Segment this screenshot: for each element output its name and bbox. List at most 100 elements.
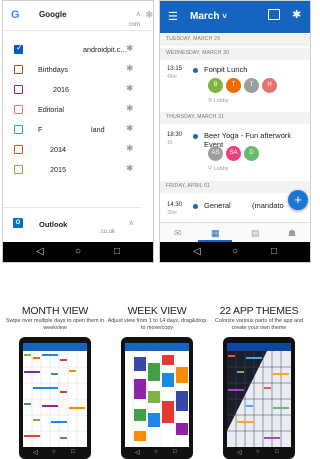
chevron-up-icon[interactable]: ˄ <box>129 219 134 228</box>
calendar-row[interactable]: 2015 ✱ <box>3 159 141 181</box>
day-header-label: WEDNESDAY, MARCH 30 <box>166 50 230 56</box>
account-email: .com <box>127 22 141 28</box>
mail-icon[interactable]: ✉ <box>174 228 182 238</box>
calendar-checkbox[interactable] <box>14 65 23 74</box>
preview-screen <box>23 343 87 447</box>
attendee-avatar[interactable]: B <box>208 78 223 93</box>
month-selector[interactable]: March ˅ <box>190 11 227 22</box>
calendar-checkbox[interactable] <box>14 125 23 134</box>
event-location: ⚲ Lobby <box>208 98 229 104</box>
contacts-icon[interactable]: ☗ <box>288 228 296 238</box>
back-icon: ◁ <box>237 450 242 456</box>
month-view-preview: ◁ ○ □ <box>19 337 91 459</box>
system-nav-bar: ◁ ○ □ <box>3 242 153 262</box>
system-nav-bar: ◁ ○ □ <box>19 448 91 459</box>
calendar-row[interactable]: Editorial ✱ <box>3 99 141 121</box>
back-icon[interactable]: ◁ <box>36 246 44 258</box>
gear-icon[interactable]: ✱ <box>126 43 134 54</box>
attendee-avatar[interactable]: T <box>244 78 259 93</box>
calendar-tab-icon[interactable]: ▦ <box>211 228 220 238</box>
preview-screen <box>227 343 291 447</box>
attendee-avatar[interactable]: AS <box>208 146 223 161</box>
account-name: Google <box>39 10 67 19</box>
week-grid-graphic <box>132 351 188 447</box>
event-location-label: Lobby <box>213 166 229 172</box>
attendee-avatar[interactable]: H <box>262 78 277 93</box>
event-color-dot <box>193 204 198 209</box>
event-title: General <box>204 201 231 210</box>
event-location: ⚲ Lobby <box>208 166 229 172</box>
add-event-button[interactable]: + <box>288 190 308 210</box>
home-icon: ○ <box>256 449 260 455</box>
day-header-label: TUESDAY, MARCH 29 <box>166 36 221 42</box>
preview-app-bar <box>227 343 291 351</box>
day-header-label: THURSDAY, MARCH 31 <box>166 114 225 120</box>
calendar-checkbox[interactable] <box>14 85 23 94</box>
calendar-view-icon[interactable] <box>268 9 280 20</box>
attendee-avatar[interactable]: SA <box>226 146 241 161</box>
calendar-checkbox[interactable] <box>14 105 23 114</box>
calendar-checkbox[interactable] <box>14 165 23 174</box>
agenda-screen: ☰ March ˅ ✱ TUESDAY, MARCH 29 WEDNESDAY,… <box>159 0 311 263</box>
calendar-row[interactable]: androidpit.c… ✱ <box>3 39 141 61</box>
calendar-name: 2015 <box>50 165 66 174</box>
event-duration: 30m <box>167 210 177 216</box>
home-icon[interactable]: ○ <box>75 246 81 258</box>
account-name[interactable]: Outlook <box>39 220 67 229</box>
recents-icon: □ <box>71 449 75 455</box>
gear-icon[interactable]: ✱ <box>126 103 134 114</box>
gear-icon[interactable]: ✱ <box>126 123 134 134</box>
day-header: WEDNESDAY, MARCH 30 <box>160 48 310 60</box>
home-icon[interactable]: ○ <box>232 246 238 258</box>
gear-icon[interactable]: ✱ <box>126 63 134 74</box>
event-title: Beer Yoga - Fun afterwork Event <box>204 131 292 149</box>
outlook-logo-icon: O <box>13 218 23 228</box>
week-view-preview: ◁ ○ □ <box>121 337 193 459</box>
calendar-row[interactable]: 2014 ✱ <box>3 139 141 161</box>
divider <box>3 207 141 208</box>
attendee-avatar[interactable]: T <box>226 78 241 93</box>
gear-icon[interactable]: ✱ <box>145 10 153 21</box>
event-time: 14:30 <box>167 202 183 208</box>
recents-icon: □ <box>173 449 177 455</box>
feature-description: Swipe over multiple days to open them in… <box>5 318 105 331</box>
preview-app-bar <box>125 343 189 351</box>
themes-preview: ◁ ○ □ <box>223 337 295 459</box>
event-duration: 1h <box>167 140 173 146</box>
recents-icon[interactable]: □ <box>271 246 277 258</box>
calendar-checkbox[interactable] <box>14 145 23 154</box>
home-icon: ○ <box>52 449 56 455</box>
back-icon[interactable]: ◁ <box>193 246 201 258</box>
calendar-row[interactable]: 2016 ✱ <box>3 79 141 101</box>
notes-icon[interactable]: ▤ <box>251 228 260 238</box>
system-nav-bar: ◁ ○ □ <box>121 448 193 459</box>
app-bar: ☰ March ˅ ✱ <box>160 1 310 33</box>
chevron-down-icon: ˅ <box>222 12 227 21</box>
menu-icon[interactable]: ☰ <box>168 10 178 23</box>
gear-icon[interactable]: ✱ <box>292 8 301 21</box>
google-logo-icon: G <box>11 9 20 21</box>
event-time: 13:15 <box>167 66 183 72</box>
feature-title: WEEK VIEW <box>127 305 187 317</box>
google-account-header[interactable]: G Google .com ˄ <box>3 1 153 31</box>
calendar-list-screen: G Google .com ˄ ✱ androidpit.c… ✱ Birthd… <box>2 0 154 263</box>
calendar-row[interactable]: Birthdays ✱ <box>3 59 141 81</box>
recents-icon[interactable]: □ <box>114 246 120 258</box>
attendee-avatar[interactable]: D <box>244 146 259 161</box>
day-header: TUESDAY, MARCH 29 <box>160 34 310 46</box>
back-icon: ◁ <box>33 450 38 456</box>
gear-icon[interactable]: ✱ <box>126 83 134 94</box>
month-grid-graphic <box>23 351 87 447</box>
event-color-dot <box>193 134 198 139</box>
calendar-row[interactable]: F land ✱ <box>3 119 141 141</box>
event-title-suffix: (mandato <box>252 201 284 210</box>
gear-icon[interactable]: ✱ <box>126 163 134 174</box>
calendar-name: Editorial <box>38 105 64 114</box>
gear-icon[interactable]: ✱ <box>126 143 134 154</box>
chevron-up-icon[interactable]: ˄ <box>136 10 141 19</box>
calendar-checkbox[interactable] <box>14 43 23 54</box>
calendar-name: 2014 <box>50 145 66 154</box>
day-header-label: FRIDAY, APRIL 01 <box>166 183 211 189</box>
event-color-dot <box>193 68 198 73</box>
calendar-name: F <box>38 125 43 134</box>
